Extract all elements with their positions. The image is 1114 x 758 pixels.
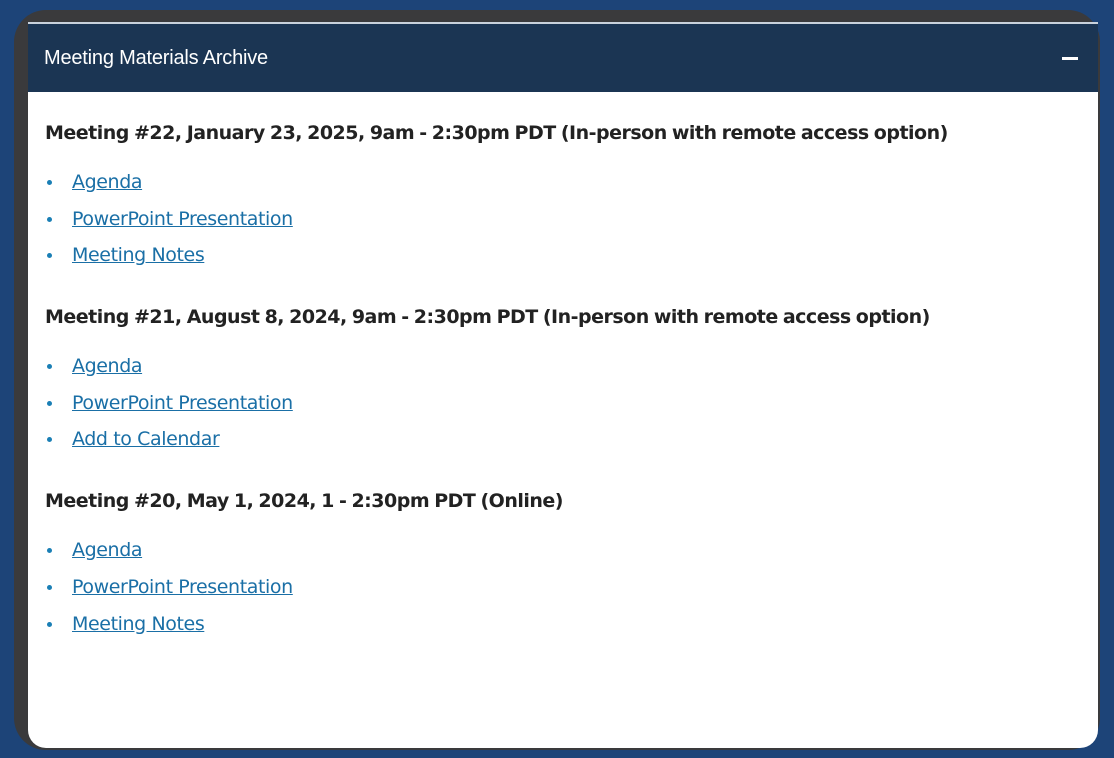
bullet-icon: [47, 216, 52, 222]
meeting-notes-link[interactable]: Meeting Notes: [72, 613, 205, 635]
meeting-21: Meeting #21, August 8, 2024, 9am - 2:30p…: [45, 304, 1081, 462]
list-item: Agenda: [45, 352, 1081, 389]
list-item: Agenda: [45, 168, 1081, 205]
agenda-link[interactable]: Agenda: [72, 171, 142, 193]
meeting-links: Agenda PowerPoint Presentation Meeting N…: [45, 168, 1081, 278]
bullet-icon: [47, 180, 52, 185]
bullet-icon: [47, 548, 52, 554]
panel-body: Meeting #22, January 23, 2025, 9am - 2:3…: [28, 92, 1098, 646]
bullet-icon: [47, 253, 52, 259]
bullet-icon: [47, 584, 52, 590]
powerpoint-link[interactable]: PowerPoint Presentation: [72, 208, 293, 230]
agenda-link[interactable]: Agenda: [72, 539, 142, 561]
meeting-links: Agenda PowerPoint Presentation Meeting N…: [45, 536, 1081, 646]
powerpoint-link[interactable]: PowerPoint Presentation: [72, 392, 293, 414]
bullet-icon: [47, 437, 52, 443]
bullet-icon: [47, 400, 52, 406]
list-item: Meeting Notes: [45, 610, 1081, 647]
meeting-20: Meeting #20, May 1, 2024, 1 - 2:30pm PDT…: [45, 488, 1081, 646]
minus-icon[interactable]: [1062, 56, 1078, 60]
add-to-calendar-link[interactable]: Add to Calendar: [72, 428, 220, 450]
meeting-heading: Meeting #21, August 8, 2024, 9am - 2:30p…: [45, 306, 930, 329]
meeting-heading: Meeting #20, May 1, 2024, 1 - 2:30pm PDT…: [45, 490, 563, 513]
list-item: Agenda: [45, 536, 1081, 573]
list-item: PowerPoint Presentation: [45, 205, 1081, 242]
list-item: Meeting Notes: [45, 241, 1081, 278]
meeting-heading: Meeting #22, January 23, 2025, 9am - 2:3…: [45, 122, 948, 144]
meeting-notes-link[interactable]: Meeting Notes: [72, 244, 205, 266]
agenda-link[interactable]: Agenda: [72, 355, 142, 377]
meeting-links: Agenda PowerPoint Presentation Add to Ca…: [45, 352, 1081, 462]
panel-title: Meeting Materials Archive: [44, 46, 268, 69]
accordion-panel: Meeting Materials Archive Meeting #22, J…: [28, 22, 1098, 748]
accordion-header[interactable]: Meeting Materials Archive: [28, 22, 1098, 92]
list-item: PowerPoint Presentation: [45, 573, 1081, 610]
powerpoint-link[interactable]: PowerPoint Presentation: [72, 576, 293, 598]
meeting-22: Meeting #22, January 23, 2025, 9am - 2:3…: [45, 120, 1081, 278]
list-item: PowerPoint Presentation: [45, 389, 1081, 426]
list-item: Add to Calendar: [45, 425, 1081, 462]
bullet-icon: [47, 364, 52, 370]
bullet-icon: [47, 621, 52, 627]
